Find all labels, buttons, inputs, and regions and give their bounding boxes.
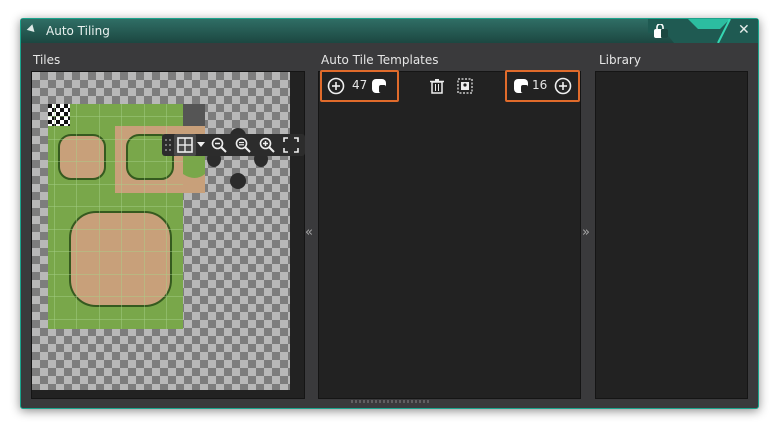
grid-toggle-icon[interactable] [174,134,196,156]
add-icon[interactable] [327,77,345,95]
zoom-reset-icon[interactable] [232,134,254,156]
add-icon[interactable] [554,77,572,95]
lock-icon[interactable] [653,24,669,39]
collapse-right-arrow[interactable]: » [582,225,590,240]
library-panel [595,71,748,399]
templates-panel: 47 16 [318,70,581,399]
zoom-out-icon[interactable] [208,134,230,156]
tiles-panel-label: Tiles [33,53,61,67]
fit-screen-icon[interactable] [280,134,302,156]
title-bar: Auto Tiling ✕ [21,19,758,43]
grip-icon[interactable] [162,134,174,156]
triangle-collapse-icon[interactable] [26,24,38,35]
tiles-toolbar [162,134,305,156]
template-count-16: 16 [532,78,548,92]
resize-grip[interactable] [351,400,431,403]
close-icon[interactable]: ✕ [738,22,750,38]
library-panel-label: Library [599,53,641,67]
tiles-panel [31,71,305,399]
template-count-47: 47 [352,78,368,92]
templates-panel-label: Auto Tile Templates [321,53,439,67]
zoom-in-icon[interactable] [256,134,278,156]
delete-icon[interactable] [429,78,445,94]
auto-tiling-window: Auto Tiling ✕ Tiles « Auto Tile Template… [20,18,759,409]
tileset-canvas[interactable] [32,72,290,390]
dropdown-icon[interactable] [196,134,206,156]
collapse-left-arrow[interactable]: « [305,225,313,240]
image-template-icon[interactable] [457,78,473,94]
lock-icon[interactable] [513,78,529,94]
window-title: Auto Tiling [46,24,110,38]
lock-icon[interactable] [371,78,387,94]
